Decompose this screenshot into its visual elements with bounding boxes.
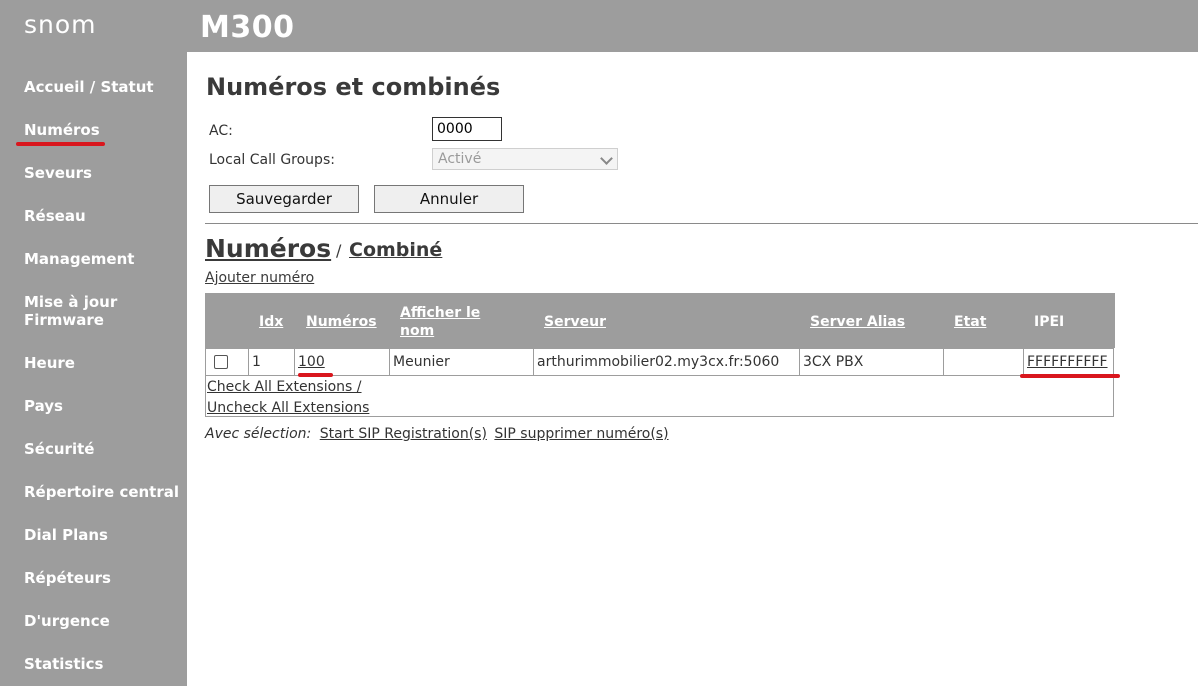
row-checkbox[interactable] [214, 355, 228, 369]
chevron-down-icon [600, 152, 613, 165]
sidebar-item-seveurs[interactable]: Seveurs [24, 164, 92, 182]
ac-input[interactable] [432, 117, 502, 141]
header-server-alias[interactable]: Server Alias [810, 313, 905, 331]
cell-display-name: Meunier [390, 348, 534, 376]
sidebar-item-repeteurs[interactable]: Répéteurs [24, 569, 111, 587]
check-all-extensions-link[interactable]: Check All Extensions / [207, 378, 362, 396]
sidebar-item-pays[interactable]: Pays [24, 397, 63, 415]
cell-idx: 1 [249, 348, 295, 376]
number-highlight-underline [298, 373, 333, 377]
divider [205, 223, 1198, 224]
ac-label: AC: [209, 123, 233, 139]
sidebar-item-numeros[interactable]: Numéros [24, 121, 100, 139]
selection-actions: Avec sélection: Start SIP Registration(s… [205, 425, 669, 443]
local-call-groups-label: Local Call Groups: [209, 152, 335, 168]
sip-delete-number-link[interactable]: SIP supprimer numéro(s) [494, 426, 668, 442]
number-link[interactable]: 100 [298, 354, 325, 370]
sidebar-item-securite[interactable]: Sécurité [24, 440, 94, 458]
cell-server-alias: 3CX PBX [800, 348, 944, 376]
sidebar-item-reseau[interactable]: Réseau [24, 207, 86, 225]
save-button[interactable]: Sauvegarder [209, 185, 359, 213]
sidebar-item-firmware[interactable]: Mise à jour Firmware [24, 293, 134, 329]
sidebar-item-statistics[interactable]: Statistics [24, 655, 103, 673]
header-ipei: IPEI [1034, 314, 1065, 330]
local-call-groups-select[interactable]: Activé [432, 148, 618, 170]
active-item-underline [16, 142, 105, 146]
sidebar-item-accueil-statut[interactable]: Accueil / Statut [24, 78, 154, 96]
device-model-title: M300 [200, 10, 295, 45]
tab-combine[interactable]: Combiné [349, 238, 442, 262]
header-serveur[interactable]: Serveur [544, 313, 606, 331]
sidebar-item-urgence[interactable]: D'urgence [24, 612, 110, 630]
selection-prefix: Avec sélection: [205, 426, 312, 442]
snom-logo: snom [24, 10, 97, 39]
ipei-highlight-underline [1020, 374, 1120, 378]
tab-separator: / [336, 241, 342, 260]
tab-numeros[interactable]: Numéros [205, 233, 331, 265]
cell-number: 100 [295, 348, 390, 376]
header-idx[interactable]: Idx [259, 313, 283, 331]
sidebar-item-repertoire-central[interactable]: Répertoire central [24, 483, 179, 501]
sidebar-item-dial-plans[interactable]: Dial Plans [24, 526, 108, 544]
top-bar [187, 0, 1198, 52]
sidebar-item-management[interactable]: Management [24, 250, 134, 268]
page-title: Numéros et combinés [206, 73, 501, 101]
cell-server: arthurimmobilier02.my3cx.fr:5060 [534, 348, 800, 376]
sidebar-item-heure[interactable]: Heure [24, 354, 75, 372]
start-sip-registration-link[interactable]: Start SIP Registration(s) [320, 426, 487, 442]
cancel-button[interactable]: Annuler [374, 185, 524, 213]
local-call-groups-value: Activé [438, 151, 482, 167]
cell-state [944, 348, 1024, 376]
header-numeros[interactable]: Numéros [306, 313, 377, 331]
header-etat[interactable]: Etat [954, 313, 986, 331]
add-number-link[interactable]: Ajouter numéro [205, 269, 314, 287]
header-display-name[interactable]: Afficher le nom [400, 304, 510, 340]
uncheck-all-extensions-link[interactable]: Uncheck All Extensions [207, 399, 369, 417]
ipei-link[interactable]: FFFFFFFFFF [1027, 354, 1108, 370]
cell-ipei: FFFFFFFFFF [1024, 348, 1114, 376]
